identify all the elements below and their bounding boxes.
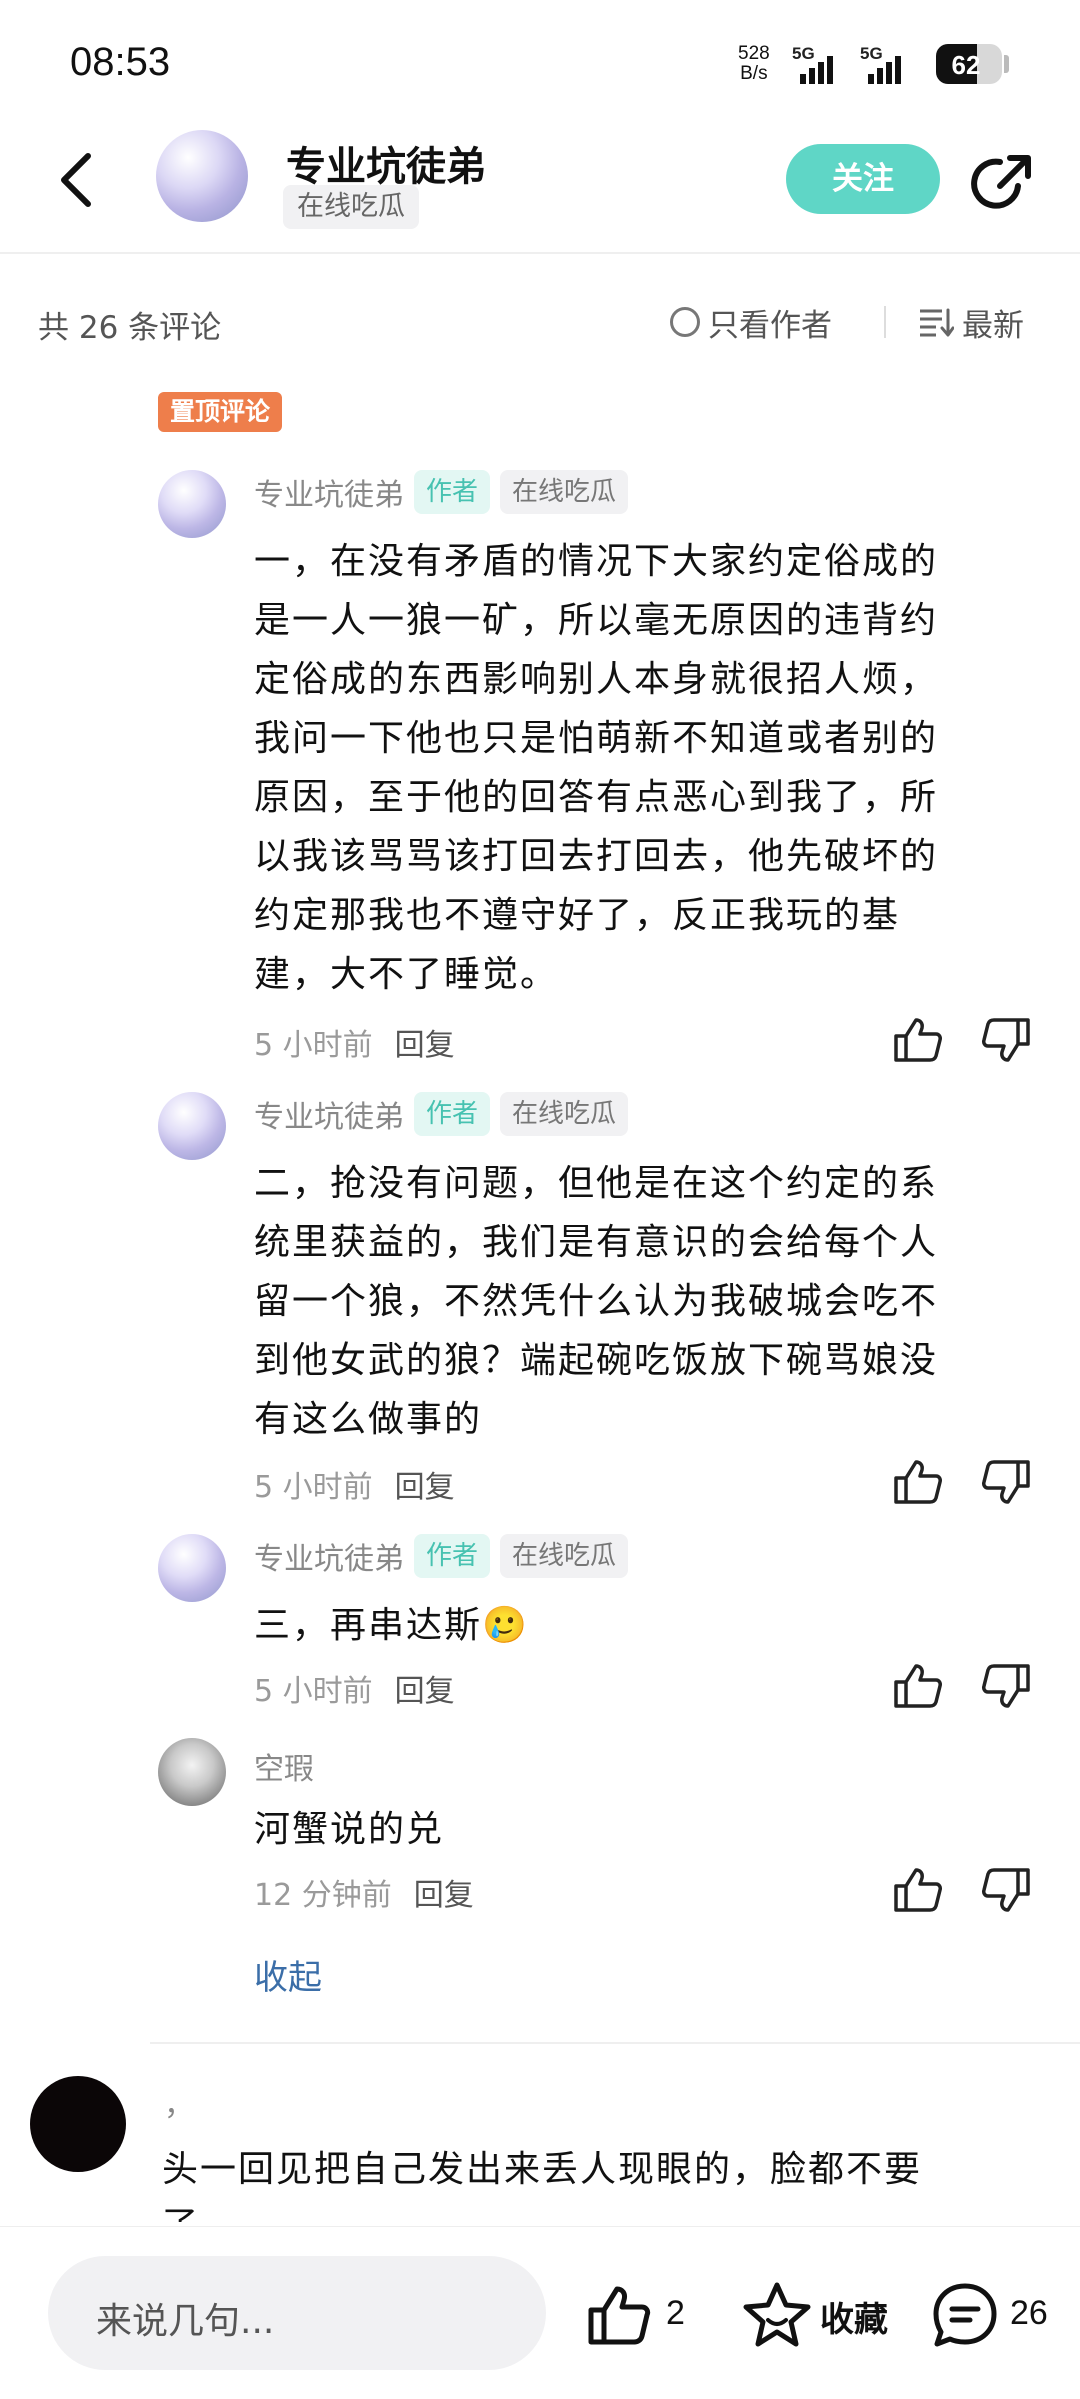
author-badge: 作者 xyxy=(414,1534,491,1578)
comment-meta: 5 小时前 回复 xyxy=(254,1462,455,1506)
network-speed: 528 B/s xyxy=(738,44,770,84)
comment-line: 我问一下他也只是怕萌新不知道或者别的 xyxy=(254,718,939,759)
comment-header: 专业坑徒弟 作者 在线吃瓜 xyxy=(254,1092,629,1136)
comment-line: 三，再串达斯🥲 xyxy=(254,1596,1004,1655)
comment-line: 定俗成的东西影响别人本身就很招人烦， xyxy=(254,659,939,700)
thumbs-up-icon[interactable] xyxy=(892,1660,944,1712)
network-speed-unit: B/s xyxy=(740,63,768,84)
header-divider xyxy=(0,252,1080,254)
author-tag: 在线吃瓜 xyxy=(283,185,419,229)
favorite-label[interactable]: 收藏 xyxy=(820,2292,888,2341)
avatar[interactable] xyxy=(158,1534,226,1602)
status-time: 08:53 xyxy=(70,40,171,84)
author-badge: 作者 xyxy=(414,1092,491,1136)
emoji: 🥲 xyxy=(482,1605,529,1646)
thumbs-up-icon[interactable] xyxy=(892,1864,944,1916)
comment-header: 专业坑徒弟 作者 在线吃瓜 xyxy=(254,470,629,514)
sort-label: 最新 xyxy=(962,307,1024,344)
thumbs-down-icon[interactable] xyxy=(980,1456,1032,1508)
thumbs-up-icon[interactable] xyxy=(892,1456,944,1508)
reply-button[interactable]: 回复 xyxy=(395,1666,455,1710)
thumbs-down-icon[interactable] xyxy=(980,1660,1032,1712)
avatar[interactable] xyxy=(158,470,226,538)
commenter-name[interactable]: 专业坑徒弟 xyxy=(254,1534,404,1578)
battery-icon: 62 xyxy=(936,44,1002,84)
user-tag: 在线吃瓜 xyxy=(500,1534,629,1578)
comment-time: 5 小时前 xyxy=(254,1674,373,1709)
comment-meta: 5 小时前 回复 xyxy=(254,1666,455,1710)
avatar[interactable] xyxy=(158,1738,226,1806)
commenter-name[interactable]: 专业坑徒弟 xyxy=(254,1092,404,1136)
author-badge: 作者 xyxy=(414,470,491,514)
avatar[interactable] xyxy=(158,1092,226,1160)
comment-text: 头一回见把自己发出来丢人现眼的，脸都不要 xyxy=(162,2149,923,2190)
network-speed-value: 528 xyxy=(738,43,770,64)
author-avatar[interactable] xyxy=(156,130,248,222)
battery-level: 62 xyxy=(951,50,981,80)
comment-count-badge: 26 xyxy=(1010,2294,1048,2332)
thumbs-down-icon[interactable] xyxy=(980,1864,1032,1916)
battery-tip xyxy=(1004,55,1009,73)
star-icon[interactable] xyxy=(742,2280,812,2350)
comment-time: 5 小时前 xyxy=(254,1470,373,1505)
comment-input-placeholder[interactable]: 来说几句... xyxy=(96,2292,274,2344)
author-only-label: 只看作者 xyxy=(708,307,832,344)
commenter-name[interactable]: ， xyxy=(164,2080,194,2124)
comment-line: 一，在没有矛盾的情况下大家约定俗成的 xyxy=(254,541,939,582)
signal-icon: 5G xyxy=(792,44,852,84)
comment-text: 二，抢没有问题，但他是在这个约定的系 统里获益的，我们是有意识的会给每个人 留一… xyxy=(254,1154,1004,1449)
comment-line-text: 三，再串达斯 xyxy=(254,1605,483,1646)
comment-line: 河蟹说的兑 xyxy=(254,1809,445,1850)
comment-line: 到他女武的狼？端起碗吃饭放下碗骂娘没 xyxy=(254,1340,939,1381)
reply-button[interactable]: 回复 xyxy=(395,1020,455,1064)
back-arrow-icon[interactable] xyxy=(50,150,100,210)
thumbs-down-icon[interactable] xyxy=(980,1014,1032,1066)
comment-meta: 5 小时前 回复 xyxy=(254,1020,455,1064)
comment-bubble-icon[interactable] xyxy=(930,2280,1000,2350)
comment-line: 留一个狼，不然凭什么认为我破城会吃不 xyxy=(254,1281,939,1322)
commenter-name[interactable]: 空瑕 xyxy=(254,1752,314,1787)
reply-button[interactable]: 回复 xyxy=(414,1870,474,1914)
comment-line: 是一人一狼一矿，所以毫无原因的违背约 xyxy=(254,600,939,641)
comment-time: 5 小时前 xyxy=(254,1028,373,1063)
reply-button[interactable]: 回复 xyxy=(395,1462,455,1506)
thumbs-up-icon[interactable] xyxy=(892,1014,944,1066)
comment-text: 三，再串达斯🥲 xyxy=(254,1596,1004,1655)
comment-meta: 12 分钟前 回复 xyxy=(254,1870,474,1914)
avatar[interactable] xyxy=(30,2076,126,2172)
comment-header: 空瑕 xyxy=(254,1744,314,1788)
comment-text: 河蟹说的兑 xyxy=(254,1800,1004,1859)
comment-line: 原因，至于他的回答有点恶心到我了，所 xyxy=(254,777,939,818)
author-name[interactable]: 专业坑徒弟 xyxy=(286,134,486,192)
comment-text: 一，在没有矛盾的情况下大家约定俗成的 是一人一狼一矿，所以毫无原因的违背约 定俗… xyxy=(254,532,1004,1004)
comment-line: 二，抢没有问题，但他是在这个约定的系 xyxy=(254,1163,939,1204)
thumbs-up-icon[interactable] xyxy=(586,2282,652,2348)
pinned-comment-badge: 置顶评论 xyxy=(158,392,283,432)
like-count: 2 xyxy=(666,2294,685,2332)
author-only-toggle[interactable]: 只看作者 xyxy=(670,300,832,344)
sort-button[interactable]: 最新 xyxy=(918,300,1024,344)
comment-count: 共 26 条评论 xyxy=(38,310,222,346)
comment-header: 专业坑徒弟 作者 在线吃瓜 xyxy=(254,1534,629,1578)
signal-icon: 5G xyxy=(860,44,920,84)
follow-button[interactable]: 关注 xyxy=(786,144,940,214)
thread-divider xyxy=(150,2042,1080,2044)
comment-text-continued: 了 xyxy=(162,2196,198,2222)
commenter-name[interactable]: 专业坑徒弟 xyxy=(254,470,404,514)
comment-time: 12 分钟前 xyxy=(254,1878,392,1913)
comment-line: 以我该骂骂该打回去打回去，他先破坏的 xyxy=(254,836,939,877)
user-tag: 在线吃瓜 xyxy=(500,1092,629,1136)
comment-line: 有这么做事的 xyxy=(254,1399,483,1440)
radio-icon[interactable] xyxy=(670,307,700,337)
comment-line: 建，大不了睡觉。 xyxy=(254,954,559,995)
collapse-replies-button[interactable]: 收起 xyxy=(254,1950,322,1999)
share-icon[interactable] xyxy=(970,148,1038,216)
comment-line: 约定那我也不遵守好了，反正我玩的基 xyxy=(254,895,901,936)
sort-icon xyxy=(920,308,954,337)
comment-line: 统里获益的，我们是有意识的会给每个人 xyxy=(254,1222,939,1263)
user-tag: 在线吃瓜 xyxy=(500,470,629,514)
toolbar-divider xyxy=(884,306,886,338)
